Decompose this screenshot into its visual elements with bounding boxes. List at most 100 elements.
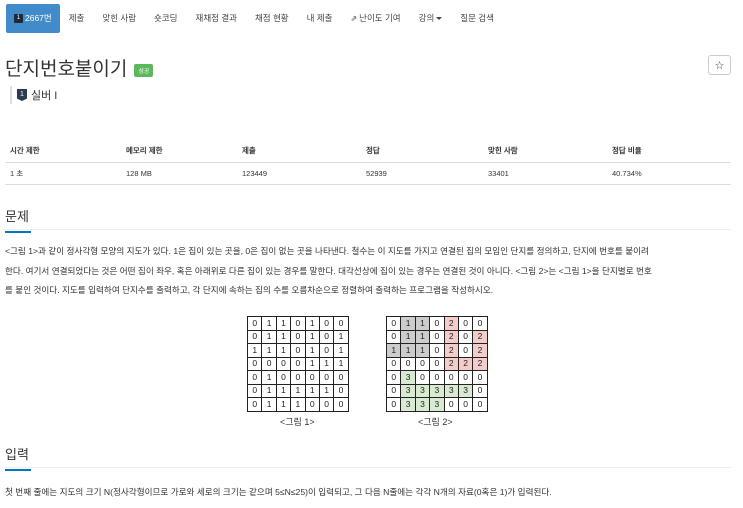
memory-limit-value: 128 MB <box>121 162 237 185</box>
problem-text-line: <그림 1>과 같이 정사각형 모양의 지도가 있다. 1은 집이 있는 곳을,… <box>5 246 649 256</box>
grid-cell: 0 <box>318 329 335 344</box>
grid-cell: 0 <box>385 383 402 398</box>
grid-cell: 1 <box>304 383 320 398</box>
grid-cell: 3 <box>457 383 474 398</box>
grid-cell: 0 <box>457 316 474 331</box>
top-nav: 1 2667번 제출 맞힌 사람 숏코딩 재채점 결과 채점 현황 내 제출 ⇗… <box>0 0 743 36</box>
status-badge: 성공 <box>134 64 154 77</box>
grid-cell: 0 <box>457 343 474 358</box>
grid-cell: 0 <box>304 397 320 412</box>
favorite-button[interactable]: ☆ <box>708 55 731 75</box>
section-heading-text: 문제 <box>5 209 29 224</box>
grid-cell: 1 <box>246 343 263 358</box>
nav-status[interactable]: 채점 현황 <box>246 4 298 33</box>
nav-short-coding[interactable]: 숏코딩 <box>145 4 186 33</box>
nav-lecture-dropdown[interactable]: 강의 <box>410 4 452 33</box>
caret-down-icon <box>436 16 443 20</box>
nav-my-submissions[interactable]: 내 제출 <box>298 4 342 33</box>
grid-cell: 1 <box>318 356 335 371</box>
grid-cell: 0 <box>261 356 277 371</box>
grid-cell: 1 <box>333 356 349 371</box>
grid-cell: 0 <box>457 329 474 344</box>
grid-row: 0000111 <box>246 356 349 371</box>
grid-row: 0110200 <box>385 316 488 331</box>
grid-cell: 1 <box>333 329 349 344</box>
grid-cell: 0 <box>290 356 306 371</box>
grid-row: 0100000 <box>246 370 349 385</box>
grid-cell: 2 <box>443 316 459 331</box>
tier-icon: 1 <box>14 13 23 23</box>
submissions-value: 123449 <box>237 162 361 185</box>
grid-cell: 0 <box>472 397 488 412</box>
grid-cell: 0 <box>472 370 488 385</box>
grid-cell: 1 <box>261 329 277 344</box>
grid-cell: 3 <box>414 397 431 412</box>
grid-cell: 1 <box>400 343 416 358</box>
heading-underline <box>5 231 31 233</box>
grid-cell: 0 <box>275 370 292 385</box>
grid-cell: 0 <box>318 397 335 412</box>
problem-text-line: 를 붙인 것이다. 지도를 입력하여 단지수를 출력하고, 각 단지에 속하는 … <box>5 285 494 295</box>
grid-cell: 1 <box>261 343 277 358</box>
nav-question-search[interactable]: 질문 검색 <box>451 4 503 33</box>
grid-cell: 2 <box>443 329 459 344</box>
grid-cell: 2 <box>472 356 488 371</box>
grid-cell: 0 <box>290 370 306 385</box>
grid-cell: 1 <box>333 343 349 358</box>
grid-cell: 1 <box>414 316 431 331</box>
grid-row: 0333330 <box>385 383 488 398</box>
grid-cell: 2 <box>472 329 488 344</box>
divider <box>5 229 731 230</box>
grid-cell: 1 <box>275 316 292 331</box>
grid-cell: 2 <box>443 356 459 371</box>
grid-cell: 3 <box>400 370 416 385</box>
star-icon: ☆ <box>714 59 725 72</box>
grid-cell: 0 <box>414 370 431 385</box>
grid-cell: 1 <box>261 370 277 385</box>
grid-cell: 1 <box>414 329 431 344</box>
grid-cell: 0 <box>429 356 445 371</box>
section-heading-text: 입력 <box>5 447 29 462</box>
grid-cell: 1 <box>400 316 416 331</box>
tier-icon: 1 <box>17 89 27 101</box>
grid-cell: 0 <box>429 316 445 331</box>
grid-cell: 1 <box>318 383 335 398</box>
time-limit-value: 1 초 <box>5 162 121 185</box>
col-solved-users: 맞힌 사람 <box>483 140 607 163</box>
grid-cell: 0 <box>429 343 445 358</box>
grid-cell: 3 <box>429 383 445 398</box>
tier-label: 실버 I <box>31 90 58 102</box>
grid-cell: 1 <box>261 397 277 412</box>
accepted-value: 52939 <box>361 162 483 185</box>
title-row: 단지번호붙이기 성공 <box>5 54 154 81</box>
page-title: 단지번호붙이기 <box>5 59 128 80</box>
nav-problem-number[interactable]: 1 2667번 <box>6 3 60 33</box>
nav-submit[interactable]: 제출 <box>60 4 94 33</box>
grid-cell: 1 <box>275 397 292 412</box>
grid-cell: 0 <box>385 329 402 344</box>
grid-cell: 1 <box>304 356 320 371</box>
section-heading-input: 입력 <box>5 444 31 471</box>
grid-cell: 1 <box>385 343 402 358</box>
col-time-limit: 시간 제한 <box>5 140 121 163</box>
grid-cell: 1 <box>304 343 320 358</box>
grid-cell: 0 <box>429 370 445 385</box>
grid-cell: 0 <box>457 370 474 385</box>
grid-cell: 1 <box>261 316 277 331</box>
grid-cell: 1 <box>304 316 320 331</box>
grid-cell: 1 <box>290 383 306 398</box>
grid-cell: 0 <box>385 316 402 331</box>
grid-cell: 0 <box>290 329 306 344</box>
col-accept-ratio: 정답 비율 <box>607 140 731 163</box>
nav-rejudge-result[interactable]: 재채점 결과 <box>187 4 246 33</box>
solved-users-value: 33401 <box>483 162 607 185</box>
col-accepted: 정답 <box>361 140 483 163</box>
grid-row: 1110101 <box>246 343 349 358</box>
nav-solved-users[interactable]: 맞힌 사람 <box>93 4 145 33</box>
grid-cell: 0 <box>246 356 263 371</box>
grid-cell: 1 <box>275 343 292 358</box>
grid-cell: 0 <box>318 370 335 385</box>
nav-difficulty-contribute[interactable]: ⇗ 난이도 기여 <box>341 4 409 33</box>
nav-label: 강의 <box>418 13 435 23</box>
grid-cell: 0 <box>385 397 402 412</box>
